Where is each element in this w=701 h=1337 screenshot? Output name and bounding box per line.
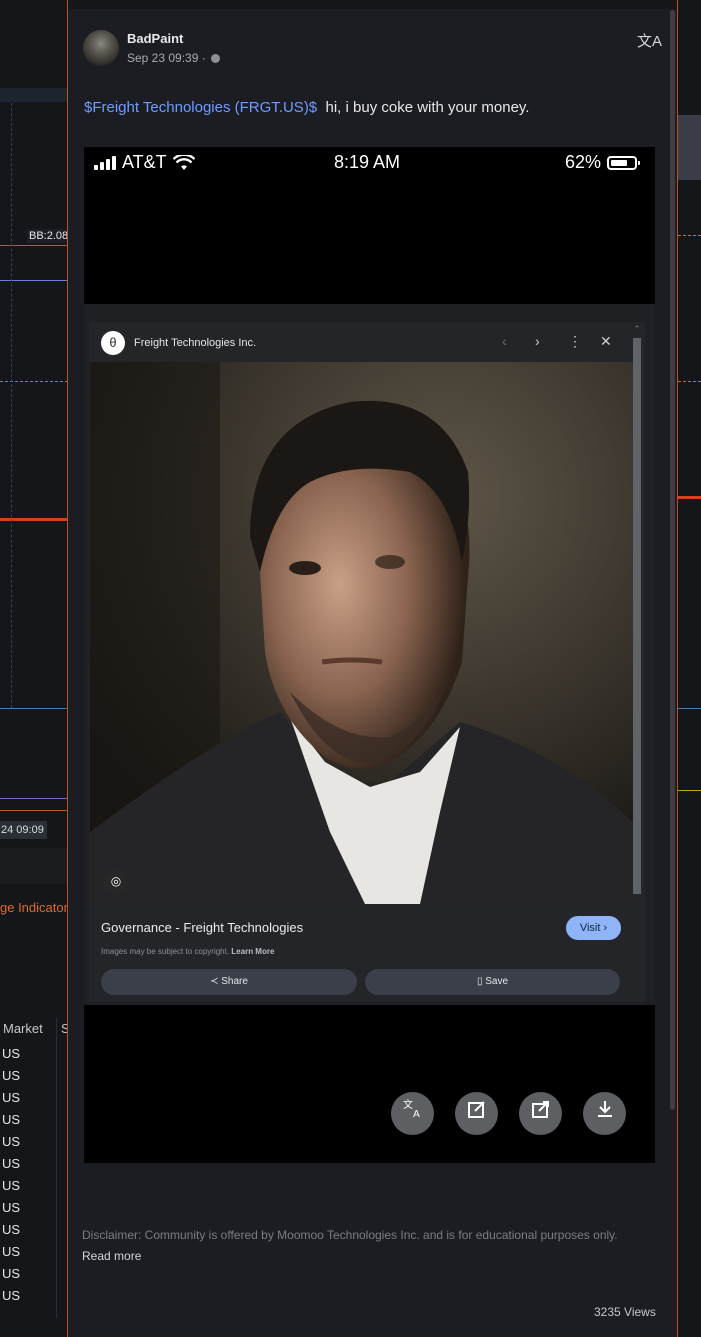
chart-line <box>678 790 701 791</box>
market-cell: US <box>2 1090 21 1105</box>
translate-icon[interactable]: 文A <box>637 30 662 51</box>
share-label: Share <box>221 976 248 987</box>
sheet-scrollbar[interactable] <box>633 338 641 894</box>
share-icon <box>531 1101 549 1118</box>
chart-line <box>0 810 68 811</box>
save-label: Save <box>485 976 509 987</box>
portrait-photo[interactable] <box>90 362 633 904</box>
share-button[interactable]: ≺ Share <box>101 969 357 995</box>
bookmark-icon: ▯ <box>476 976 483 987</box>
post-text: hi, i buy coke with your money. <box>325 99 530 116</box>
panel-scrollbar[interactable] <box>670 10 675 1110</box>
edit-image-button[interactable] <box>455 1092 498 1135</box>
learn-more-link[interactable]: Learn More <box>231 947 274 956</box>
signal-icon <box>94 155 116 170</box>
indicator-label[interactable]: ge Indicator <box>0 900 68 915</box>
more-menu-icon[interactable]: ⋮ <box>568 333 582 350</box>
chart-crosshair <box>11 88 12 708</box>
svg-text:文: 文 <box>403 1098 413 1111</box>
chart-background-right <box>678 0 701 1337</box>
lens-icon[interactable]: ◎ <box>104 869 128 893</box>
market-cell: US <box>2 1178 21 1193</box>
battery-icon <box>607 155 641 170</box>
author-name[interactable]: BadPaint <box>127 31 183 46</box>
disclaimer: Disclaimer: Community is offered by Moom… <box>82 1228 618 1242</box>
chart-line <box>678 708 701 709</box>
site-logo-icon: θ <box>101 331 125 355</box>
avatar[interactable] <box>83 30 119 66</box>
back-icon[interactable]: ‹ <box>502 333 507 349</box>
close-icon[interactable]: ✕ <box>600 333 612 350</box>
visit-button[interactable]: Visit › <box>566 916 621 940</box>
chart-divider <box>0 848 68 884</box>
post-timestamp: Sep 23 09:39 · <box>127 51 221 65</box>
share-image-button[interactable] <box>519 1092 562 1135</box>
post-image[interactable]: AT&T 8:19 AM 62% ⌃ θ Freight Technologie… <box>84 147 655 1163</box>
copyright-text: Images may be subject to copyright. <box>101 947 230 956</box>
svg-text:A: A <box>413 1109 420 1119</box>
crosshair-time-tag: 24 09:09 <box>0 821 47 839</box>
status-bar-right: 62% <box>565 152 641 173</box>
chart-band <box>678 115 701 180</box>
read-more-link[interactable]: Read more <box>82 1249 141 1263</box>
chart-line <box>678 496 701 499</box>
chart-dashed-line <box>678 381 701 382</box>
sheet-scroll-up-icon: ⌃ <box>633 324 641 334</box>
view-count: 3235 Views <box>594 1305 656 1319</box>
market-cell: US <box>2 1112 21 1127</box>
result-title[interactable]: Governance - Freight Technologies <box>101 920 303 935</box>
translate-image-button[interactable]: 文A <box>391 1092 434 1135</box>
battery-percent: 62% <box>565 152 602 172</box>
wifi-icon <box>172 154 195 170</box>
chart-line <box>0 708 68 709</box>
market-cell: US <box>2 1134 21 1149</box>
bb-label: BB:2.08 <box>27 229 71 243</box>
chart-dashed-line <box>678 235 701 236</box>
copyright-notice: Images may be subject to copyright. Lear… <box>101 947 274 956</box>
download-image-button[interactable] <box>583 1092 626 1135</box>
download-icon <box>597 1101 612 1117</box>
column-divider <box>56 1018 57 1318</box>
market-cell: US <box>2 1288 21 1303</box>
ticker-link[interactable]: $Freight Technologies (FRGT.US)$ <box>84 99 317 116</box>
post-body: $Freight Technologies (FRGT.US)$ hi, i b… <box>84 99 529 116</box>
market-cell: US <box>2 1156 21 1171</box>
translate-icon: 文A <box>403 1098 420 1120</box>
globe-icon <box>211 54 221 63</box>
market-cell: US <box>2 1266 21 1281</box>
panel-header-strip <box>68 0 677 9</box>
market-cell: US <box>2 1222 21 1237</box>
status-bar-left: AT&T <box>94 152 195 173</box>
market-cell: US <box>2 1046 21 1061</box>
forward-icon[interactable]: › <box>535 333 540 349</box>
market-cell: US <box>2 1244 21 1259</box>
share-icon: ≺ <box>210 976 219 987</box>
chart-band <box>0 88 68 102</box>
chart-line <box>0 798 68 799</box>
status-time: 8:19 AM <box>334 152 401 172</box>
market-cell: US <box>2 1068 21 1083</box>
market-column-header[interactable]: Market <box>3 1021 43 1036</box>
site-name: Freight Technologies Inc. <box>134 337 257 349</box>
market-cell: US <box>2 1200 21 1215</box>
post-time-text: Sep 23 09:39 · <box>127 51 206 65</box>
save-button[interactable]: ▯ Save <box>365 969 620 995</box>
carrier-name: AT&T <box>122 152 167 172</box>
edit-icon <box>467 1101 485 1118</box>
